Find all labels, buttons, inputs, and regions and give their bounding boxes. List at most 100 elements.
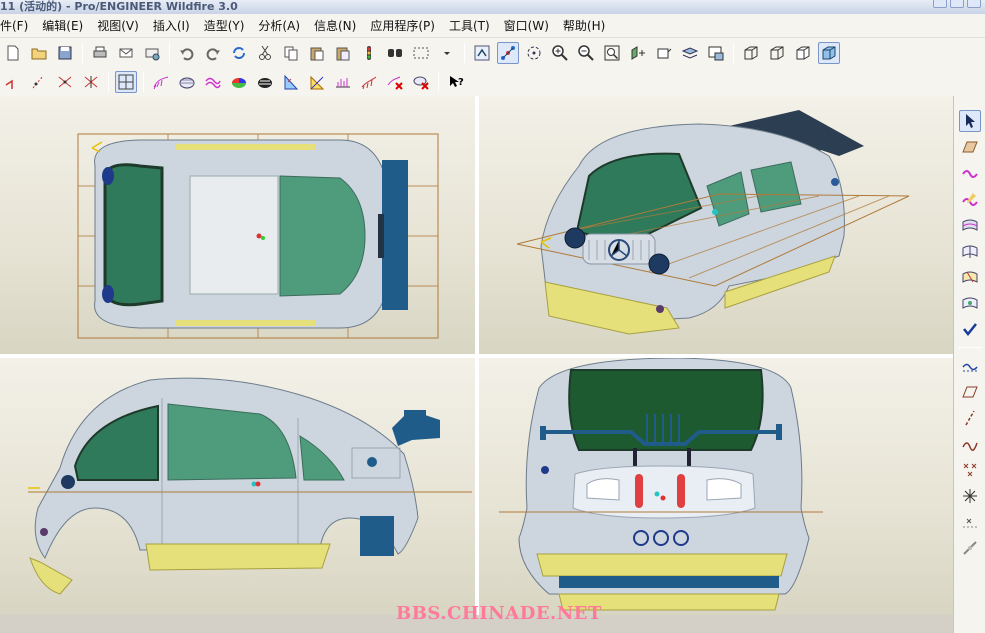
saved-views-icon[interactable] bbox=[653, 42, 675, 64]
save-icon[interactable] bbox=[54, 42, 76, 64]
car-isometric-view bbox=[516, 110, 910, 335]
send-mail-icon[interactable] bbox=[115, 42, 137, 64]
rear-view-pane[interactable] bbox=[479, 358, 953, 615]
menu-file[interactable]: 件(F) bbox=[0, 17, 35, 34]
zoom-in-icon[interactable] bbox=[549, 42, 571, 64]
style-toolbar: ? bbox=[0, 68, 985, 96]
set-active-plane-icon[interactable] bbox=[959, 136, 981, 158]
coordinate-system-icon[interactable] bbox=[80, 71, 102, 93]
separator bbox=[957, 347, 982, 348]
graphics-area[interactable] bbox=[0, 96, 953, 615]
close-button[interactable] bbox=[967, 0, 981, 8]
car-top-view bbox=[77, 133, 439, 339]
side-view-pane[interactable] bbox=[0, 358, 475, 615]
separator bbox=[82, 43, 83, 63]
regenerate-icon[interactable] bbox=[228, 42, 250, 64]
repaint-icon[interactable] bbox=[471, 42, 493, 64]
dihedral-analysis-icon[interactable] bbox=[306, 71, 328, 93]
dropped-curve-icon[interactable] bbox=[959, 407, 981, 429]
orient-mode-icon[interactable] bbox=[523, 42, 545, 64]
delete-surface-analysis-icon[interactable] bbox=[410, 71, 432, 93]
select-box-icon[interactable] bbox=[410, 42, 432, 64]
offset-tool-icon[interactable] bbox=[959, 537, 981, 559]
new-file-icon[interactable] bbox=[2, 42, 24, 64]
curvature-analysis-icon[interactable] bbox=[150, 71, 172, 93]
layers-icon[interactable] bbox=[679, 42, 701, 64]
menu-applications[interactable]: 应用程序(P) bbox=[363, 17, 442, 34]
curve-from-surface-icon[interactable] bbox=[959, 188, 981, 210]
create-curve-icon[interactable] bbox=[959, 162, 981, 184]
redo-icon[interactable] bbox=[202, 42, 224, 64]
svg-text:?: ? bbox=[458, 77, 464, 88]
paste-icon[interactable] bbox=[306, 42, 328, 64]
minimize-button[interactable] bbox=[933, 0, 947, 8]
reorient-icon[interactable] bbox=[627, 42, 649, 64]
datum-point-x-icon[interactable] bbox=[959, 459, 981, 481]
separator bbox=[733, 43, 734, 63]
delete-curve-analysis-icon[interactable] bbox=[384, 71, 406, 93]
top-view-pane[interactable] bbox=[0, 96, 475, 354]
separator bbox=[169, 43, 170, 63]
whats-this-icon[interactable]: ? bbox=[445, 71, 467, 93]
connect-surface-icon[interactable] bbox=[959, 240, 981, 262]
spin-center-icon[interactable] bbox=[497, 42, 519, 64]
copy-icon[interactable] bbox=[280, 42, 302, 64]
done-check-icon[interactable] bbox=[959, 318, 981, 340]
title-bar: 11 (活动的) - Pro/ENGINEER Wildfire 3.0 bbox=[0, 0, 985, 14]
datum-point-icon[interactable] bbox=[28, 71, 50, 93]
datum-point-star-icon[interactable] bbox=[959, 485, 981, 507]
separator bbox=[108, 72, 109, 92]
print-icon[interactable] bbox=[89, 42, 111, 64]
find-icon[interactable] bbox=[384, 42, 406, 64]
menu-view[interactable]: 视图(V) bbox=[90, 17, 146, 34]
curve-on-surface-icon[interactable] bbox=[959, 355, 981, 377]
section-analysis-icon[interactable] bbox=[176, 71, 198, 93]
surface-edit-icon[interactable] bbox=[959, 292, 981, 314]
cut-icon[interactable] bbox=[254, 42, 276, 64]
zoom-out-icon[interactable] bbox=[575, 42, 597, 64]
internal-plane-icon[interactable] bbox=[959, 381, 981, 403]
menu-help[interactable]: 帮助(H) bbox=[556, 17, 612, 34]
select-arrow-icon[interactable] bbox=[958, 110, 981, 132]
wireframe-icon[interactable] bbox=[740, 42, 762, 64]
menu-style[interactable]: 造型(Y) bbox=[197, 17, 252, 34]
maximize-button[interactable] bbox=[950, 0, 964, 8]
offset-analysis-icon[interactable] bbox=[202, 71, 224, 93]
separator bbox=[143, 72, 144, 92]
menu-info[interactable]: 信息(N) bbox=[307, 17, 363, 34]
menu-window[interactable]: 窗口(W) bbox=[497, 17, 556, 34]
deviation-analysis-icon[interactable] bbox=[358, 71, 380, 93]
undo-icon[interactable] bbox=[176, 42, 198, 64]
isometric-view-pane[interactable] bbox=[479, 96, 953, 354]
menu-edit[interactable]: 编辑(E) bbox=[35, 17, 90, 34]
trim-surface-icon[interactable] bbox=[959, 266, 981, 288]
datum-axis-icon[interactable] bbox=[54, 71, 76, 93]
cos-curve-icon[interactable] bbox=[959, 433, 981, 455]
slope-analysis-icon[interactable] bbox=[280, 71, 302, 93]
car-side-view bbox=[28, 377, 472, 595]
separator bbox=[438, 72, 439, 92]
curve-tool-icon[interactable] bbox=[2, 71, 24, 93]
paste-special-icon[interactable] bbox=[332, 42, 354, 64]
no-hidden-icon[interactable] bbox=[792, 42, 814, 64]
model-player-icon[interactable] bbox=[358, 42, 380, 64]
draft-analysis-icon[interactable] bbox=[228, 71, 250, 93]
grid-toggle-icon[interactable] bbox=[115, 71, 137, 93]
menu-insert[interactable]: 插入(I) bbox=[146, 17, 197, 34]
curvature-plot-icon[interactable] bbox=[332, 71, 354, 93]
view-manager-icon[interactable] bbox=[705, 42, 727, 64]
boundary-surface-icon[interactable] bbox=[959, 214, 981, 236]
menu-tools[interactable]: 工具(T) bbox=[442, 17, 497, 34]
sketched-point-icon[interactable] bbox=[959, 511, 981, 533]
open-folder-icon[interactable] bbox=[28, 42, 50, 64]
reflection-analysis-icon[interactable] bbox=[254, 71, 276, 93]
menu-analysis[interactable]: 分析(A) bbox=[251, 17, 307, 34]
separator bbox=[464, 43, 465, 63]
shading-icon[interactable] bbox=[818, 42, 840, 64]
hidden-line-icon[interactable] bbox=[766, 42, 788, 64]
mail-recipient-icon[interactable] bbox=[141, 42, 163, 64]
refit-icon[interactable] bbox=[601, 42, 623, 64]
select-dropdown-icon[interactable] bbox=[436, 42, 458, 64]
window-title: 11 (活动的) - Pro/ENGINEER Wildfire 3.0 bbox=[0, 0, 238, 13]
window-controls bbox=[933, 0, 981, 8]
